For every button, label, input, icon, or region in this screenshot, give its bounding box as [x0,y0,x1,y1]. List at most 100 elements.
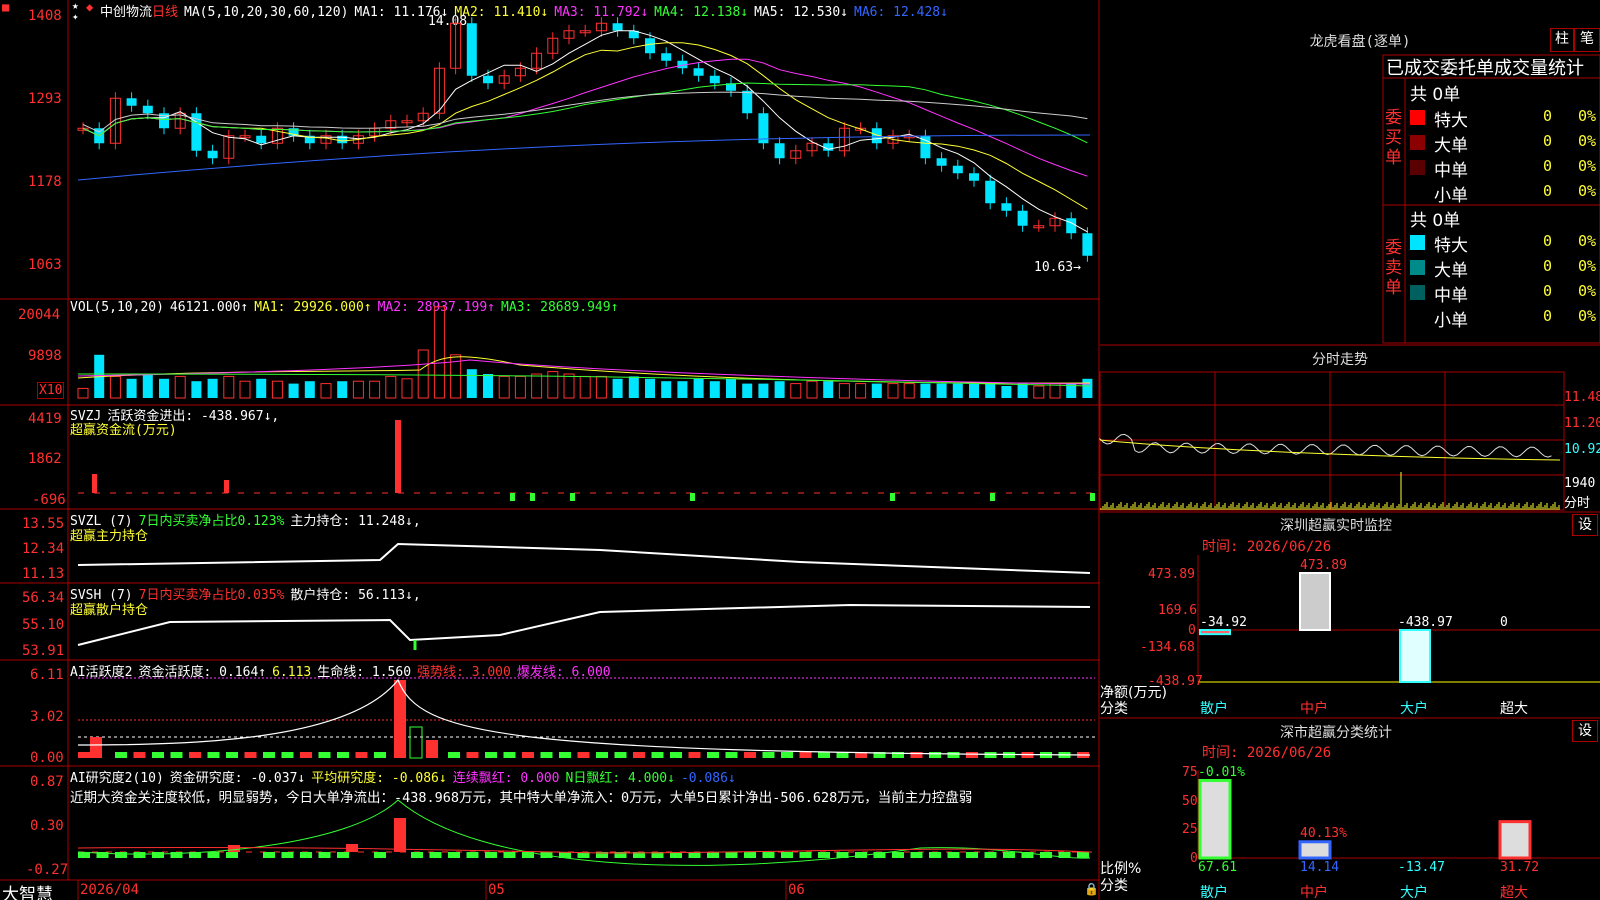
sell-pct-0: 0% [1578,232,1597,250]
vol-bar-31 [579,375,591,399]
candle-25 [483,75,493,84]
svzl-line [77,542,1091,574]
sell-count-1: 0 [1543,257,1553,275]
ai2-small-bar-4 [152,852,164,858]
tick-mode-button[interactable]: 笔 [1574,28,1600,52]
vol-bar-37 [677,381,688,398]
buy-total: 共 0单 [1410,85,1461,105]
ai2-small-bar-10 [263,852,275,858]
vol-bar-6 [174,375,186,399]
ai1-small-bar-38 [781,752,793,758]
vol-bar-51 [903,383,915,399]
candle-11 [256,135,267,144]
szc-tick-1: 75 [1182,765,1198,780]
ai2-small-bar-49 [984,852,997,858]
buy-pct-2: 0% [1578,157,1597,175]
vol-bar-50 [887,383,899,399]
vol-bar-40 [726,378,736,398]
szc-cat-1: 散户 [1200,885,1228,900]
ai1-bar-1 [90,737,102,758]
ai2-small-bar-18 [411,852,423,858]
ai2-small-bar-46 [929,852,941,858]
ai2-small-bar-40 [818,852,830,858]
candle-57 [1001,203,1012,211]
sz-bar-label-1: -34.92 [1200,615,1247,630]
buy-count-3: 0 [1543,182,1553,200]
ai1-small-bar-25 [540,752,553,758]
ma5-line [82,91,1088,133]
buy-pct-0: 0% [1578,107,1597,125]
sz-class-title: 深市超赢分类统计 [1280,725,1392,741]
candle-8 [207,150,218,159]
buy-label-2: 中单 [1434,161,1468,181]
ai2-small-bar-23 [503,852,516,858]
vol-bar-43 [774,381,785,398]
sz-class-settings-button[interactable]: 设 [1572,720,1598,742]
vol-bar-9 [223,375,235,399]
ai2-small-bar-39 [799,852,812,858]
vol-bar-46 [823,381,834,398]
candle-55 [969,173,979,181]
intraday-tick-3: 10.92 [1564,442,1600,457]
sz-tick-1: 473.89 [1148,567,1195,582]
ai1-small-bar-23 [503,752,516,758]
sz-tick-4: -134.68 [1140,640,1195,655]
ai1-small-bar-32 [670,752,682,758]
vol-bar-16 [337,381,348,398]
szc-bar-1 [1298,840,1332,860]
candle-24 [466,23,477,76]
ai2-small-bar-48 [966,852,978,858]
sell-swatch-0 [1410,235,1425,250]
vol-bar-33 [612,378,623,398]
vol-bar-44 [790,383,802,399]
sell-swatch-3 [1410,310,1425,325]
ai2-small-bar-14 [337,852,349,858]
vol-bar-3 [126,378,137,398]
ai2-small-bar-7 [207,852,220,858]
lhb-subtitle: 已成交委托单成交量统计 [1386,58,1584,79]
vol-bar-54 [952,383,963,398]
szc-val-4: 31.72 [1500,860,1540,875]
sz-monitor-title: 深圳超赢实时监控 [1280,518,1392,534]
buy-label-0: 特大 [1434,111,1468,131]
vol-bar-19 [385,375,397,399]
ai1-small-bar-3 [133,752,146,758]
vol-bar-27 [514,375,526,399]
szc-tick-2: 50 [1182,794,1198,809]
vol-bar-57 [1001,386,1012,398]
ai2-small-bar-5 [170,852,183,858]
ai2-small-bar-38 [781,852,793,858]
sell-swatch-2 [1410,285,1425,300]
buy-swatch-0 [1410,110,1425,125]
ai2-small-bar-54 [1077,852,1089,858]
sz-monitor-settings-button[interactable]: 设 [1572,514,1598,536]
ai1-small-bar-49 [984,752,997,758]
ai1-small-bar-9 [244,752,257,758]
vol-bar-28 [531,373,543,399]
candle-4 [142,105,153,114]
intraday-vol-unit: 分时 [1564,496,1591,511]
intraday-vol-tick: 1940 [1564,476,1596,491]
candle-56 [985,180,996,204]
sell-pct-3: 0% [1578,307,1597,325]
ai2-small-bar-47 [947,852,960,858]
ai2-small-bar-35 [725,852,738,858]
ai2-small-bar-50 [1003,852,1015,858]
sz-bar-2 [1399,629,1431,683]
ai1-small-bar-15 [355,752,368,758]
sz-cat-3: 大户 [1400,701,1428,717]
buy-swatch-1 [1410,135,1425,150]
ai2-small-bar-2 [115,852,127,858]
ai1-small-bar-8 [226,752,238,758]
ai2-small-bar-20 [448,852,460,858]
ai1-curve [77,678,1091,756]
ai2-small-bar-21 [466,852,479,858]
ai1-small-bar-7 [207,752,220,758]
vol-bar-56 [985,383,996,398]
ai1-small-bar-16 [374,752,386,758]
intraday-tick-1: 11.48 [1564,390,1600,405]
ai1-small-bar-22 [485,752,497,758]
bar-mode-button[interactable]: 柱 [1550,28,1574,52]
sell-count-3: 0 [1543,307,1553,325]
ai2-small-bar-8 [226,852,238,858]
